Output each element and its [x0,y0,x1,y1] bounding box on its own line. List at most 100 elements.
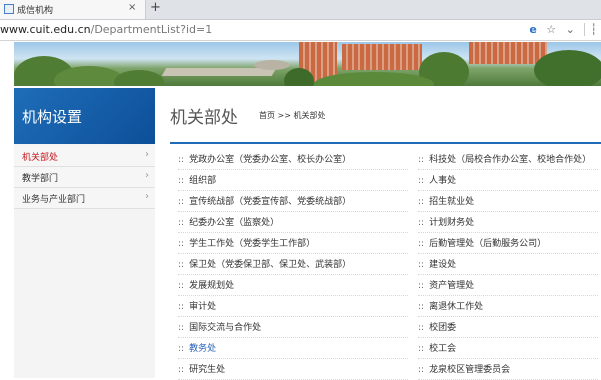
ie-compat-icon[interactable]: e [529,23,536,36]
bullet-icon: :: [178,260,185,270]
department-link[interactable]: :: 发展规划处 [178,278,234,291]
new-tab-button[interactable]: + [150,0,161,15]
department-link[interactable]: :: 招生就业处 [418,194,474,207]
browser-tab-bar: 成信机构 × + [0,0,601,20]
department-name: 党政办公室（党委办公室、校长办公室） [189,155,352,165]
breadcrumb-separator: >> [277,111,291,120]
sidebar-item-business-departments[interactable]: 业务与产业部门 › [14,188,155,209]
row-divider [178,211,408,212]
browser-tab[interactable]: 成信机构 × [0,0,146,19]
bullet-icon: :: [178,218,185,228]
bullet-icon: :: [418,344,425,354]
url-host: www.cuit.edu.cn [0,23,91,36]
row-divider [418,274,598,275]
address-bar[interactable]: www.cuit.edu.cn/DepartmentList?id=1 e ☆ … [0,20,601,41]
department-link[interactable]: :: 纪委办公室（监察处） [178,215,279,228]
sidebar-item-label: 机关部处 [22,153,59,163]
tab-close-icon[interactable]: × [128,2,136,13]
row-divider [418,295,598,296]
department-link[interactable]: :: 建设处 [418,257,456,270]
page-favicon-icon [4,4,14,14]
department-link[interactable]: :: 教务处 [178,341,216,354]
department-link[interactable]: :: 校团委 [418,320,456,333]
department-name: 计划财务处 [429,218,475,228]
department-link[interactable]: :: 组织部 [178,173,216,186]
tab-title: 成信机构 [17,6,54,16]
department-link[interactable]: :: 党政办公室（党委办公室、校长办公室） [178,152,351,165]
sidebar-item-teaching-departments[interactable]: 教学部门 › [14,167,155,188]
department-link[interactable]: :: 人事处 [418,173,456,186]
row-divider [178,253,408,254]
dropdown-icon[interactable]: ⌄ [566,23,575,36]
bullet-icon: :: [178,239,185,249]
chevron-right-icon: › [145,191,149,202]
department-link[interactable]: :: 后勤管理处（后勤服务公司） [418,236,546,249]
url-text[interactable]: www.cuit.edu.cn/DepartmentList?id=1 [0,23,212,36]
bullet-icon: :: [178,197,185,207]
chevron-right-icon: › [145,170,149,181]
sidebar-title: 机构设置 [22,108,83,126]
department-name: 龙泉校区管理委员会 [429,365,511,375]
department-name: 审计处 [189,302,217,312]
bullet-icon: :: [418,281,425,291]
department-name: 资产管理处 [429,281,475,291]
department-link[interactable]: :: 保卫处（党委保卫部、保卫处、武装部） [178,257,351,270]
department-link[interactable]: :: 离退休工作处 [418,299,483,312]
address-bar-icons: e ☆ ⌄ ┆ [523,23,597,36]
department-name: 校团委 [429,323,457,333]
bullet-icon: :: [418,323,425,333]
bullet-icon: :: [418,197,425,207]
department-name: 校工会 [429,344,457,354]
department-name: 组织部 [189,176,217,186]
bullet-icon: :: [418,365,425,375]
row-divider [418,316,598,317]
department-link[interactable]: :: 科技处（局校合作办公室、校地合作处） [418,152,591,165]
department-link[interactable]: :: 校工会 [418,341,456,354]
chevron-right-icon: › [145,149,149,160]
bullet-icon: :: [178,365,185,375]
bookmark-icon[interactable]: ┆ [584,23,597,36]
star-icon[interactable]: ☆ [546,23,556,36]
row-divider [178,190,408,191]
department-link[interactable]: :: 资产管理处 [418,278,474,291]
department-link[interactable]: :: 计划财务处 [418,215,474,228]
department-link[interactable]: :: 国际交流与合作处 [178,320,261,333]
bullet-icon: :: [418,155,425,165]
sidebar-item-label: 业务与产业部门 [22,195,86,205]
row-divider [418,337,598,338]
row-divider [418,358,598,359]
bullet-icon: :: [178,302,185,312]
department-link[interactable]: :: 宣传统战部（党委宣传部、党委统战部） [178,194,351,207]
campus-banner-image [14,42,601,86]
row-divider [418,232,598,233]
row-divider [418,190,598,191]
department-name: 发展规划处 [189,281,235,291]
bullet-icon: :: [418,218,425,228]
bullet-icon: :: [178,281,185,291]
department-name: 宣传统战部（党委宣传部、党委统战部） [189,197,352,207]
department-name: 研究生处 [189,365,226,375]
sidebar-header: 机构设置 [14,88,155,144]
department-link[interactable]: :: 龙泉校区管理委员会 [418,362,510,375]
department-link[interactable]: :: 研究生处 [178,362,225,375]
row-divider [418,253,598,254]
bullet-icon: :: [178,344,185,354]
sidebar: 机构设置 机关部处 › 教学部门 › 业务与产业部门 › [14,88,155,378]
department-name: 建设处 [429,260,457,270]
department-name: 学生工作处（党委学生工作部） [189,239,316,249]
bullet-icon: :: [418,239,425,249]
row-divider [418,169,598,170]
department-link[interactable]: :: 审计处 [178,299,216,312]
department-name: 纪委办公室（监察处） [189,218,280,228]
row-divider [178,295,408,296]
department-name: 国际交流与合作处 [189,323,262,333]
department-name: 后勤管理处（后勤服务公司） [429,239,547,249]
sidebar-item-label: 教学部门 [22,174,59,184]
breadcrumb-home-link[interactable]: 首页 [259,111,275,120]
department-link[interactable]: :: 学生工作处（党委学生工作部） [178,236,315,249]
row-divider [178,337,408,338]
department-name: 教务处 [189,344,217,354]
sidebar-item-admin-departments[interactable]: 机关部处 › [14,146,155,167]
bullet-icon: :: [178,155,185,165]
row-divider [178,274,408,275]
